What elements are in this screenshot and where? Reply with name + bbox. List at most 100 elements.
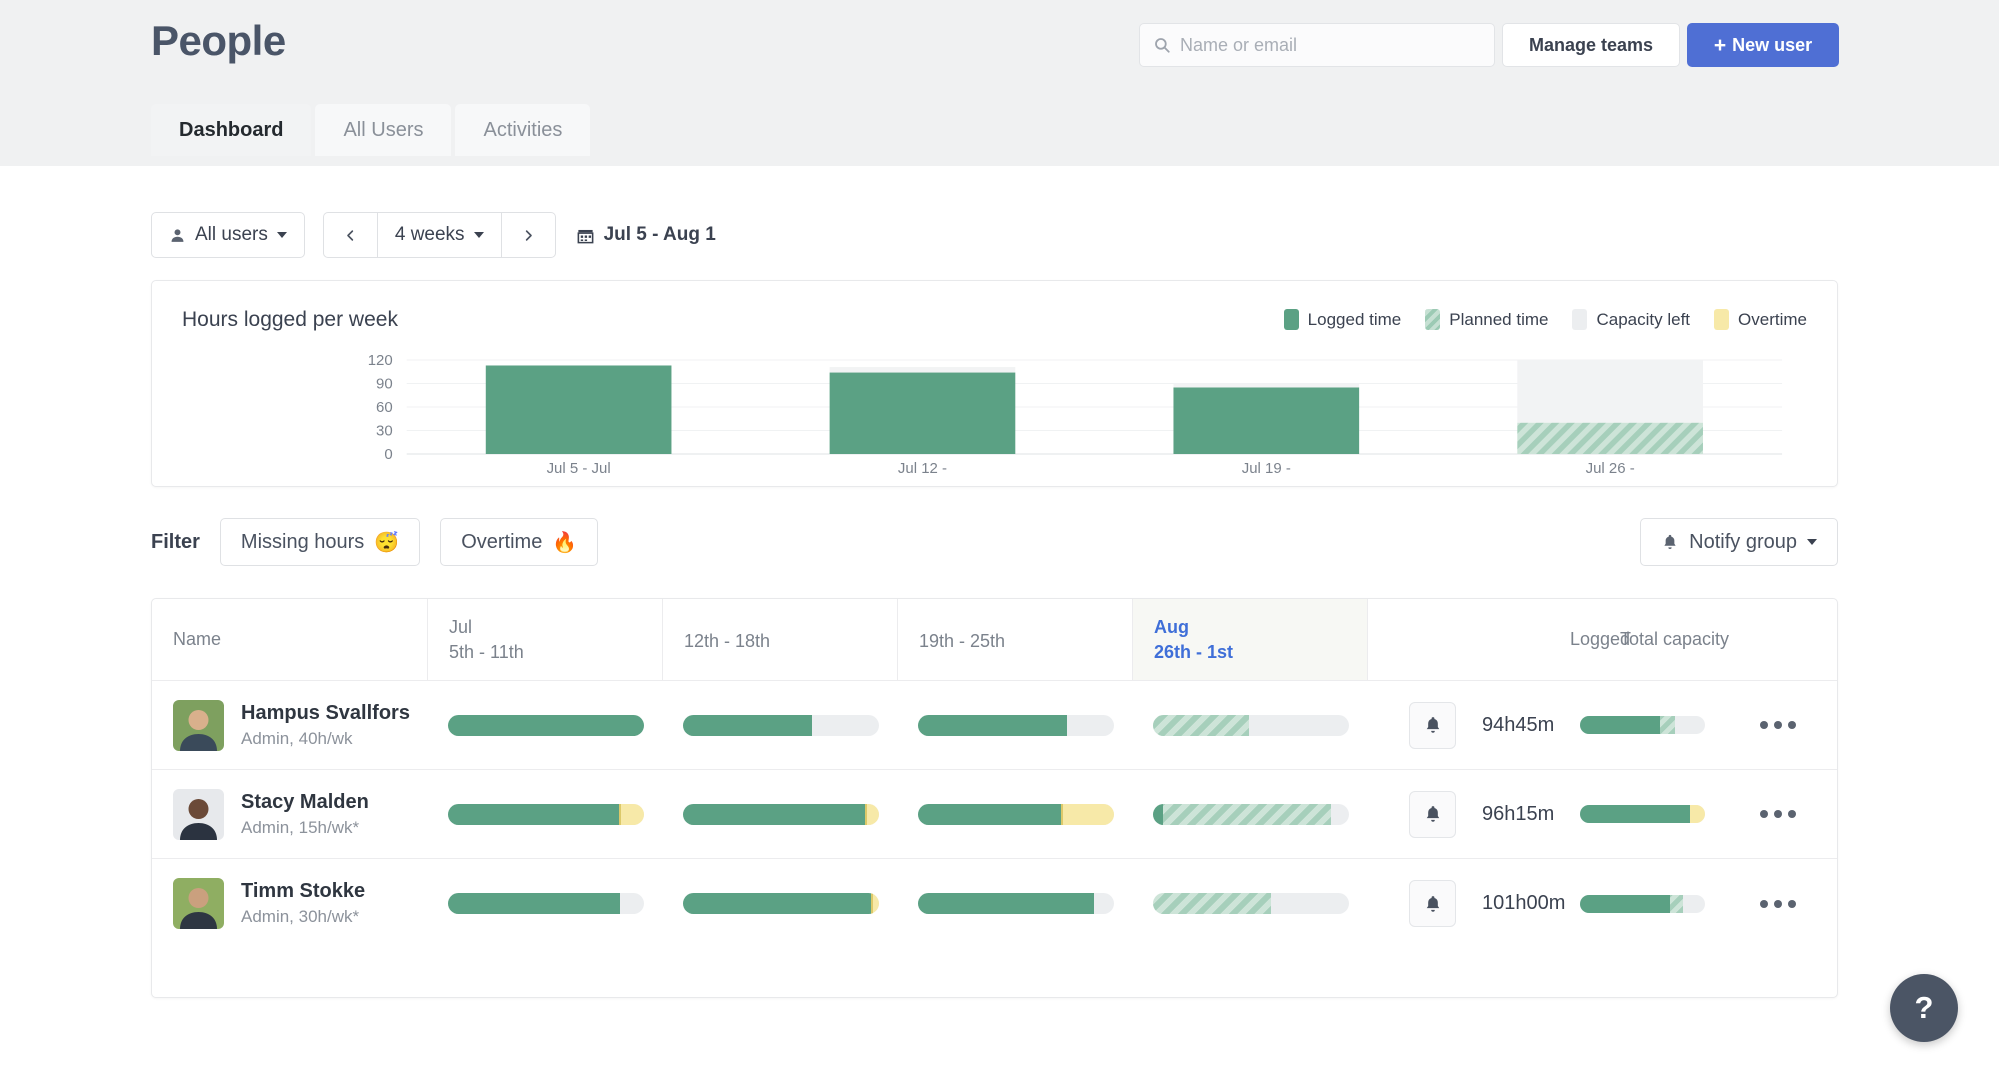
- bar-segment-logged: [683, 715, 812, 736]
- notify-user-button[interactable]: [1409, 880, 1456, 927]
- prev-period-button[interactable]: [323, 212, 377, 258]
- chart-x-axis-labels: Jul 5 - Jul11Jul 12 -Jul 18Jul 19 -Jul 2…: [547, 460, 1635, 474]
- week-cell-4[interactable]: [1132, 893, 1367, 914]
- bar-segment-overtime: [865, 804, 879, 825]
- bell-icon: [1423, 804, 1443, 824]
- bar-segment-logged: [448, 804, 619, 825]
- column-header-week-2[interactable]: 12th - 18th: [662, 599, 897, 680]
- range-stepper: 4 weeks: [323, 212, 556, 258]
- total-capacity-bar: [1580, 716, 1705, 734]
- manage-teams-button[interactable]: Manage teams: [1502, 23, 1680, 67]
- column-header-week-4[interactable]: Aug 26th - 1st: [1132, 599, 1367, 680]
- legend-item-planned-time: Planned time: [1425, 309, 1548, 330]
- filter-label: Filter: [151, 531, 200, 554]
- filter-row: Filter Missing hours 😴 Overtime 🔥: [151, 518, 598, 566]
- week-cell-3[interactable]: [897, 804, 1132, 825]
- search-box[interactable]: [1139, 23, 1495, 67]
- svg-text:60: 60: [376, 399, 393, 416]
- chart-bar-segment: [486, 365, 672, 454]
- ellipsis-icon: [1760, 721, 1768, 729]
- table-row[interactable]: Stacy MaldenAdmin, 15h/wk* 96h15m: [152, 770, 1837, 859]
- table-row[interactable]: Hampus SvallforsAdmin, 40h/wk94h45m: [152, 681, 1837, 770]
- week-cell-1[interactable]: [427, 804, 662, 825]
- total-capacity-bar: [1580, 805, 1705, 823]
- week-cell-2[interactable]: [662, 804, 897, 825]
- week-progress-bar: [918, 715, 1114, 736]
- notify-group-button[interactable]: Notify group: [1640, 518, 1838, 566]
- legend-item-logged-time: Logged time: [1284, 309, 1402, 330]
- week-progress-bar: [448, 715, 644, 736]
- calendar-icon: [576, 226, 595, 245]
- bell-icon: [1423, 894, 1443, 914]
- notify-group-label: Notify group: [1689, 531, 1797, 554]
- cell-name: Stacy MaldenAdmin, 15h/wk*: [152, 789, 427, 840]
- table-row[interactable]: Timm StokkeAdmin, 30h/wk*101h00m: [152, 859, 1837, 948]
- filter-missing-hours-button[interactable]: Missing hours 😴: [220, 518, 420, 566]
- bar-segment-planned: [1153, 715, 1249, 736]
- week-cell-3[interactable]: [897, 715, 1132, 736]
- help-button[interactable]: ?: [1890, 974, 1958, 1042]
- tab-activities[interactable]: Activities: [455, 104, 590, 156]
- svg-text:Jul 19 -: Jul 19 -: [1242, 460, 1291, 474]
- ellipsis-icon: [1760, 810, 1768, 818]
- chevron-down-icon: [277, 232, 287, 238]
- dashboard-body: All users 4 weeks: [0, 166, 1999, 1075]
- row-menu-button[interactable]: [1760, 900, 1796, 908]
- week-cell-3[interactable]: [897, 893, 1132, 914]
- week-cell-1[interactable]: [427, 715, 662, 736]
- all-users-filter-dropdown[interactable]: All users: [151, 212, 305, 258]
- chevron-left-icon: [343, 228, 358, 243]
- notify-user-button[interactable]: [1409, 702, 1456, 749]
- search-input[interactable]: [1180, 35, 1480, 56]
- bar-segment-planned: [1153, 893, 1271, 914]
- bar-segment-logged: [918, 715, 1067, 736]
- chart-bar-segment: [1173, 387, 1359, 454]
- people-table: Name Jul 5th - 11th 12th - 18th 19th - 2…: [151, 598, 1838, 998]
- bar-segment-logged: [683, 804, 865, 825]
- week-cell-4[interactable]: [1132, 804, 1367, 825]
- svg-text:Jul 12 -: Jul 12 -: [898, 460, 947, 474]
- question-mark-icon: ?: [1915, 990, 1934, 1026]
- person-icon: [169, 227, 186, 244]
- week-progress-bar: [683, 893, 879, 914]
- legend-label-logged: Logged time: [1308, 310, 1402, 330]
- search-icon: [1153, 36, 1171, 54]
- next-period-button[interactable]: [502, 212, 556, 258]
- legend-label-capacity: Capacity left: [1596, 310, 1690, 330]
- svg-text:120: 120: [368, 354, 393, 369]
- tab-dashboard[interactable]: Dashboard: [151, 104, 311, 156]
- svg-text:Jul 5 - Jul: Jul 5 - Jul: [547, 460, 611, 474]
- avatar-hampus: [173, 700, 224, 751]
- bell-icon: [1661, 533, 1679, 551]
- column-header-week-3[interactable]: 19th - 25th: [897, 599, 1132, 680]
- chevron-down-icon: [474, 232, 484, 238]
- legend-label-planned: Planned time: [1449, 310, 1548, 330]
- week-progress-bar: [448, 804, 644, 825]
- range-select[interactable]: 4 weeks: [377, 212, 502, 258]
- dashboard-toolbar: All users 4 weeks: [151, 212, 716, 258]
- week-cell-4[interactable]: [1132, 715, 1367, 736]
- week-cell-1[interactable]: [427, 893, 662, 914]
- sleepy-face-icon: 😴: [374, 530, 399, 555]
- cell-tail: 96h15m: [1367, 791, 1837, 838]
- column-header-week-1[interactable]: Jul 5th - 11th: [427, 599, 662, 680]
- week-progress-bar: [683, 804, 879, 825]
- filter-overtime-button[interactable]: Overtime 🔥: [440, 518, 598, 566]
- cell-weekly-bars: [427, 715, 1367, 736]
- ellipsis-icon: [1788, 721, 1796, 729]
- bar-segment-logged: [1153, 804, 1163, 825]
- week-cell-2[interactable]: [662, 715, 897, 736]
- week-cell-2[interactable]: [662, 893, 897, 914]
- tab-all-users[interactable]: All Users: [315, 104, 451, 156]
- cell-weekly-bars: [427, 893, 1367, 914]
- row-menu-button[interactable]: [1760, 810, 1796, 818]
- notify-user-button[interactable]: [1409, 791, 1456, 838]
- new-user-label: New user: [1732, 35, 1812, 56]
- row-menu-button[interactable]: [1760, 721, 1796, 729]
- bar-segment-logged: [918, 893, 1094, 914]
- new-user-button[interactable]: + New user: [1687, 23, 1839, 67]
- svg-text:Jul 26 -: Jul 26 -: [1586, 460, 1635, 474]
- ellipsis-icon: [1788, 810, 1796, 818]
- date-range-display: Jul 5 - Aug 1: [576, 224, 716, 246]
- bar-segment-logged: [683, 893, 871, 914]
